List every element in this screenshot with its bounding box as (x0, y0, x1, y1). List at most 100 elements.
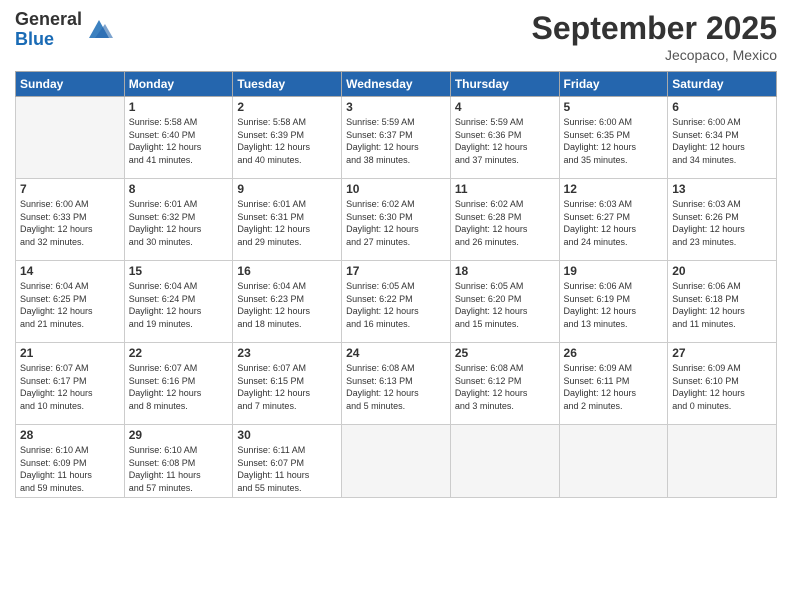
day-info: Sunrise: 5:58 AM Sunset: 6:40 PM Dayligh… (129, 116, 229, 166)
table-row: 7Sunrise: 6:00 AM Sunset: 6:33 PM Daylig… (16, 179, 125, 261)
day-number: 29 (129, 428, 229, 442)
calendar-header-row: Sunday Monday Tuesday Wednesday Thursday… (16, 72, 777, 97)
day-info: Sunrise: 6:11 AM Sunset: 6:07 PM Dayligh… (237, 444, 337, 494)
day-info: Sunrise: 6:02 AM Sunset: 6:28 PM Dayligh… (455, 198, 555, 248)
day-number: 16 (237, 264, 337, 278)
day-number: 9 (237, 182, 337, 196)
day-info: Sunrise: 6:10 AM Sunset: 6:09 PM Dayligh… (20, 444, 120, 494)
day-number: 12 (564, 182, 664, 196)
day-number: 5 (564, 100, 664, 114)
day-number: 20 (672, 264, 772, 278)
header: General Blue September 2025 Jecopaco, Me… (15, 10, 777, 63)
col-header-monday: Monday (124, 72, 233, 97)
day-number: 26 (564, 346, 664, 360)
day-info: Sunrise: 6:01 AM Sunset: 6:32 PM Dayligh… (129, 198, 229, 248)
title-section: September 2025 Jecopaco, Mexico (532, 10, 777, 63)
table-row: 21 Sunrise: 6:07 AM Sunset: 6:17 PM Dayli… (16, 343, 125, 425)
day-info: Sunrise: 6:08 AM Sunset: 6:13 PM Dayligh… (346, 362, 446, 412)
table-row: 24 Sunrise: 6:08 AM Sunset: 6:13 PM Dayli… (342, 343, 451, 425)
col-header-sunday: Sunday (16, 72, 125, 97)
day-number: 10 (346, 182, 446, 196)
table-row: 22 Sunrise: 6:07 AM Sunset: 6:16 PM Dayli… (124, 343, 233, 425)
table-row: 17 Sunrise: 6:05 AM Sunset: 6:22 PM Dayli… (342, 261, 451, 343)
day-info: Sunrise: 6:06 AM Sunset: 6:19 PM Dayligh… (564, 280, 664, 330)
day-info: Sunrise: 6:02 AM Sunset: 6:30 PM Dayligh… (346, 198, 446, 248)
day-info: Sunrise: 5:59 AM Sunset: 6:37 PM Dayligh… (346, 116, 446, 166)
col-header-thursday: Thursday (450, 72, 559, 97)
day-number: 22 (129, 346, 229, 360)
day-info: Sunrise: 6:07 AM Sunset: 6:17 PM Dayligh… (20, 362, 120, 412)
day-number: 18 (455, 264, 555, 278)
day-info: Sunrise: 6:07 AM Sunset: 6:15 PM Dayligh… (237, 362, 337, 412)
table-row: 13 Sunrise: 6:03 AM Sunset: 6:26 PM Dayli… (668, 179, 777, 261)
location: Jecopaco, Mexico (532, 47, 777, 63)
day-info: Sunrise: 6:09 AM Sunset: 6:10 PM Dayligh… (672, 362, 772, 412)
day-number: 14 (20, 264, 120, 278)
day-number: 6 (672, 100, 772, 114)
day-number: 15 (129, 264, 229, 278)
day-number: 3 (346, 100, 446, 114)
table-row: 19 Sunrise: 6:06 AM Sunset: 6:19 PM Dayli… (559, 261, 668, 343)
day-number: 7 (20, 182, 120, 196)
day-info: Sunrise: 6:03 AM Sunset: 6:26 PM Dayligh… (672, 198, 772, 248)
day-info: Sunrise: 6:05 AM Sunset: 6:20 PM Dayligh… (455, 280, 555, 330)
table-row: 10 Sunrise: 6:02 AM Sunset: 6:30 PM Dayli… (342, 179, 451, 261)
calendar-week-row-1: 7Sunrise: 6:00 AM Sunset: 6:33 PM Daylig… (16, 179, 777, 261)
table-row: 6Sunrise: 6:00 AM Sunset: 6:34 PM Daylig… (668, 97, 777, 179)
day-info: Sunrise: 6:03 AM Sunset: 6:27 PM Dayligh… (564, 198, 664, 248)
table-row (450, 425, 559, 498)
table-row: 1Sunrise: 5:58 AM Sunset: 6:40 PM Daylig… (124, 97, 233, 179)
day-number: 23 (237, 346, 337, 360)
day-info: Sunrise: 6:01 AM Sunset: 6:31 PM Dayligh… (237, 198, 337, 248)
day-number: 2 (237, 100, 337, 114)
table-row: 26 Sunrise: 6:09 AM Sunset: 6:11 PM Dayli… (559, 343, 668, 425)
page: General Blue September 2025 Jecopaco, Me… (0, 0, 792, 612)
day-number: 27 (672, 346, 772, 360)
table-row: 3 Sunrise: 5:59 AM Sunset: 6:37 PM Daylig… (342, 97, 451, 179)
table-row: 18 Sunrise: 6:05 AM Sunset: 6:20 PM Dayli… (450, 261, 559, 343)
day-info: Sunrise: 6:09 AM Sunset: 6:11 PM Dayligh… (564, 362, 664, 412)
table-row: 20 Sunrise: 6:06 AM Sunset: 6:18 PM Dayli… (668, 261, 777, 343)
table-row: 9 Sunrise: 6:01 AM Sunset: 6:31 PM Daylig… (233, 179, 342, 261)
table-row: 11 Sunrise: 6:02 AM Sunset: 6:28 PM Dayli… (450, 179, 559, 261)
day-info: Sunrise: 6:00 AM Sunset: 6:35 PM Dayligh… (564, 116, 664, 166)
calendar-week-row-2: 14Sunrise: 6:04 AM Sunset: 6:25 PM Dayli… (16, 261, 777, 343)
table-row: 12 Sunrise: 6:03 AM Sunset: 6:27 PM Dayli… (559, 179, 668, 261)
table-row: 16 Sunrise: 6:04 AM Sunset: 6:23 PM Dayli… (233, 261, 342, 343)
col-header-friday: Friday (559, 72, 668, 97)
day-info: Sunrise: 6:05 AM Sunset: 6:22 PM Dayligh… (346, 280, 446, 330)
day-number: 17 (346, 264, 446, 278)
day-info: Sunrise: 6:07 AM Sunset: 6:16 PM Dayligh… (129, 362, 229, 412)
calendar-week-row-4: 28Sunrise: 6:10 AM Sunset: 6:09 PM Dayli… (16, 425, 777, 498)
day-number: 21 (20, 346, 120, 360)
day-number: 25 (455, 346, 555, 360)
day-info: Sunrise: 5:59 AM Sunset: 6:36 PM Dayligh… (455, 116, 555, 166)
col-header-tuesday: Tuesday (233, 72, 342, 97)
logo-icon (85, 16, 113, 44)
logo-blue-text: Blue (15, 30, 82, 50)
day-info: Sunrise: 6:08 AM Sunset: 6:12 PM Dayligh… (455, 362, 555, 412)
day-number: 4 (455, 100, 555, 114)
day-number: 11 (455, 182, 555, 196)
day-number: 30 (237, 428, 337, 442)
logo-general-text: General (15, 10, 82, 30)
day-number: 8 (129, 182, 229, 196)
day-info: Sunrise: 6:06 AM Sunset: 6:18 PM Dayligh… (672, 280, 772, 330)
day-number: 19 (564, 264, 664, 278)
table-row: 2 Sunrise: 5:58 AM Sunset: 6:39 PM Daylig… (233, 97, 342, 179)
col-header-saturday: Saturday (668, 72, 777, 97)
calendar-week-row-3: 21 Sunrise: 6:07 AM Sunset: 6:17 PM Dayli… (16, 343, 777, 425)
day-number: 13 (672, 182, 772, 196)
table-row: 28Sunrise: 6:10 AM Sunset: 6:09 PM Dayli… (16, 425, 125, 498)
table-row: 5 Sunrise: 6:00 AM Sunset: 6:35 PM Daylig… (559, 97, 668, 179)
table-row: 14Sunrise: 6:04 AM Sunset: 6:25 PM Dayli… (16, 261, 125, 343)
table-row: 23 Sunrise: 6:07 AM Sunset: 6:15 PM Dayli… (233, 343, 342, 425)
table-row (559, 425, 668, 498)
day-info: Sunrise: 6:04 AM Sunset: 6:23 PM Dayligh… (237, 280, 337, 330)
table-row: 27 Sunrise: 6:09 AM Sunset: 6:10 PM Dayli… (668, 343, 777, 425)
logo: General Blue (15, 10, 113, 50)
day-number: 24 (346, 346, 446, 360)
table-row (668, 425, 777, 498)
calendar-table: Sunday Monday Tuesday Wednesday Thursday… (15, 71, 777, 498)
day-info: Sunrise: 5:58 AM Sunset: 6:39 PM Dayligh… (237, 116, 337, 166)
